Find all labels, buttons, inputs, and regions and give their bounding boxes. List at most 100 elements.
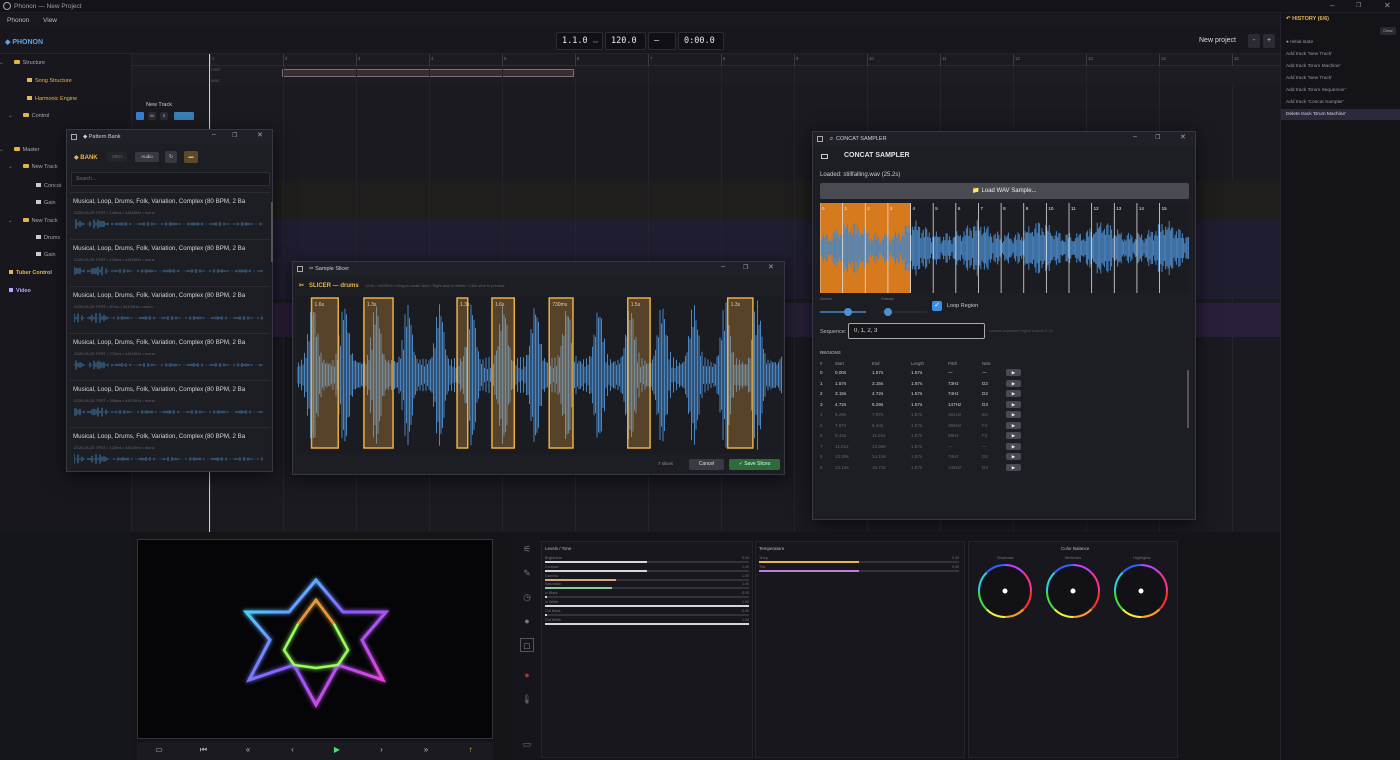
history-item[interactable]: Add track 'New Track' xyxy=(1281,49,1400,60)
play-region-button[interactable]: ▶ xyxy=(1006,432,1021,439)
play-region-button[interactable]: ▶ xyxy=(1006,411,1021,418)
clock-icon[interactable]: ◷ xyxy=(520,590,534,604)
timeline-ruler[interactable]: 1 2 3 4 5 6 7 8 9 10 11 12 13 14 15 xyxy=(132,54,1280,66)
chevron-down-icon[interactable]: ⌄ xyxy=(8,218,13,224)
bank-item[interactable]: Musical, Loop, Drums, Folk, Variation, C… xyxy=(70,333,270,379)
cancel-button[interactable]: Cancel xyxy=(689,459,724,470)
wheel-handle[interactable] xyxy=(1138,588,1144,594)
save-slices-button[interactable]: ✓ Save Slices xyxy=(729,459,780,470)
solo-button[interactable]: S xyxy=(160,112,168,120)
adjust-slider[interactable] xyxy=(545,596,749,599)
adjust-slider[interactable] xyxy=(759,569,959,572)
play-region-button[interactable]: ▶ xyxy=(1006,400,1021,408)
minimize-icon[interactable]: – xyxy=(212,131,216,138)
tempo-readout[interactable]: 120.0 bpm xyxy=(605,32,646,60)
slicer-titlebar[interactable]: ✂ Sample Slicer xyxy=(293,262,784,276)
layout-icon[interactable]: ▭ xyxy=(520,737,534,751)
volume-knob[interactable] xyxy=(843,308,852,316)
maximize-icon[interactable]: ❐ xyxy=(743,264,748,271)
mute-button[interactable]: M xyxy=(148,112,156,120)
play-region-button[interactable]: ▶ xyxy=(1006,442,1021,450)
zoom-out-button[interactable]: - xyxy=(1248,34,1260,48)
bank-item[interactable]: Musical, Loop, Drums, Folk, Variation, C… xyxy=(70,380,270,426)
color-wheel[interactable] xyxy=(1113,563,1169,619)
play-region-button[interactable]: ▶ xyxy=(1006,421,1021,429)
chevron-down-icon[interactable]: ⌄ xyxy=(8,164,13,170)
song-section-clip[interactable] xyxy=(282,69,574,77)
pin-icon[interactable]: ↑ xyxy=(449,745,493,757)
slice-region[interactable] xyxy=(310,297,339,449)
play-icon[interactable]: ▶ xyxy=(315,745,359,757)
media-icon[interactable]: ▭ xyxy=(137,745,181,757)
bank-item[interactable]: Musical, Loop, Drums, Folk, Variation, C… xyxy=(70,427,270,472)
adjust-slider[interactable] xyxy=(545,622,749,625)
slicer-waveform-area[interactable]: 1.6s 1.3s 1.3s 1.6s 730ms 1.5s 1.3s xyxy=(296,296,782,454)
chevron-down-icon[interactable]: ⌄ xyxy=(0,60,4,66)
slice-region[interactable] xyxy=(491,297,516,449)
tree-item[interactable]: Tuber Control xyxy=(9,270,52,276)
color-wheel[interactable] xyxy=(977,563,1033,619)
adjust-slider[interactable] xyxy=(545,613,749,616)
wheel-handle[interactable] xyxy=(1002,588,1008,594)
thermometer-icon[interactable]: 🌡 xyxy=(520,692,534,706)
bank-search-input[interactable] xyxy=(71,172,270,186)
maximize-icon[interactable]: ❐ xyxy=(1155,134,1160,141)
play-region-button[interactable]: ▶ xyxy=(1006,463,1021,471)
refresh-icon[interactable]: ↻ xyxy=(165,151,177,163)
tree-item[interactable]: Harmonic Engine xyxy=(27,96,77,102)
maximize-icon[interactable]: ❐ xyxy=(1356,2,1361,9)
tree-item[interactable]: Drums xyxy=(36,235,60,241)
bank-scrollbar[interactable] xyxy=(271,202,273,262)
sampler-titlebar[interactable]: ♬ CONCAT SAMPLER xyxy=(813,132,1195,146)
minimize-icon[interactable]: – xyxy=(721,263,725,270)
minimize-icon[interactable]: – xyxy=(1133,133,1137,140)
sampler-waveform-area[interactable]: 0 1 2 3 4 5 6 7 8 9 10 11 12 13 14 15 xyxy=(819,203,1189,293)
tree-item[interactable]: Concat xyxy=(36,183,61,189)
adjust-slider[interactable] xyxy=(545,587,749,590)
close-icon[interactable]: ✕ xyxy=(257,131,263,139)
maximize-icon[interactable]: ❐ xyxy=(232,132,237,139)
adjust-slider[interactable] xyxy=(545,605,749,607)
bank-tab[interactable]: ◆ BANK xyxy=(74,154,98,161)
structure-lane[interactable]: START BARS xyxy=(132,66,1280,86)
chevron-down-icon[interactable]: ⌄ xyxy=(8,113,13,119)
chevron-down-icon[interactable]: ⌄ xyxy=(0,147,4,153)
circle-icon[interactable]: ● xyxy=(520,614,534,628)
slice-region[interactable] xyxy=(363,297,394,449)
slice-region[interactable] xyxy=(548,297,574,449)
step-forward-icon[interactable]: › xyxy=(360,745,404,757)
tree-item[interactable]: ⌄ Structure xyxy=(0,60,45,66)
menu-view[interactable]: View xyxy=(43,17,57,24)
tree-item[interactable]: Gain xyxy=(36,200,56,206)
volume-slider[interactable] xyxy=(820,308,866,316)
close-icon[interactable]: ✕ xyxy=(1180,133,1186,141)
history-item[interactable]: Delete track 'Drum Machine' xyxy=(1281,109,1400,120)
tree-item[interactable]: ⌄ Control xyxy=(8,113,49,119)
step-back-icon[interactable]: ‹ xyxy=(271,745,315,757)
track-volume-fader[interactable] xyxy=(174,112,194,120)
fast-forward-icon[interactable]: » xyxy=(404,745,448,757)
pattern-bank-titlebar[interactable]: ◆ Pattern Bank xyxy=(67,130,272,144)
minimize-icon[interactable]: – xyxy=(1330,1,1334,10)
history-item[interactable]: Add track 'Concat Sampler' xyxy=(1281,97,1400,108)
regions-scrollbar[interactable] xyxy=(1187,370,1189,428)
history-item[interactable]: Add track 'Drum Machine' xyxy=(1281,61,1400,72)
folder-icon[interactable]: ▬ xyxy=(184,151,198,163)
tree-item[interactable]: ⌄ New Track xyxy=(8,164,58,170)
square-icon[interactable]: □ xyxy=(520,638,534,652)
adjust-slider[interactable] xyxy=(545,561,749,563)
adjust-slider[interactable] xyxy=(759,561,959,563)
clear-history-button[interactable]: Clear xyxy=(1380,27,1396,35)
adjust-slider[interactable] xyxy=(545,569,749,572)
loop-checkbox[interactable]: ✓ xyxy=(932,301,942,311)
sampler-waveform[interactable]: 0 1 2 3 4 5 6 7 8 9 10 11 12 13 14 15 xyxy=(819,203,1189,293)
close-icon[interactable]: ✕ xyxy=(1384,1,1391,10)
history-item[interactable]: Add track 'Drum Sequencer' xyxy=(1281,85,1400,96)
adjust-slider[interactable] xyxy=(545,578,749,581)
tree-item[interactable]: ⌄ Master xyxy=(0,147,39,153)
record-icon[interactable]: ● xyxy=(520,668,534,682)
color-wheel[interactable] xyxy=(1045,563,1101,619)
wheel-handle[interactable] xyxy=(1070,588,1076,594)
play-region-button[interactable]: ▶ xyxy=(1006,390,1021,397)
history-item[interactable]: Add track 'New Track' xyxy=(1281,73,1400,84)
